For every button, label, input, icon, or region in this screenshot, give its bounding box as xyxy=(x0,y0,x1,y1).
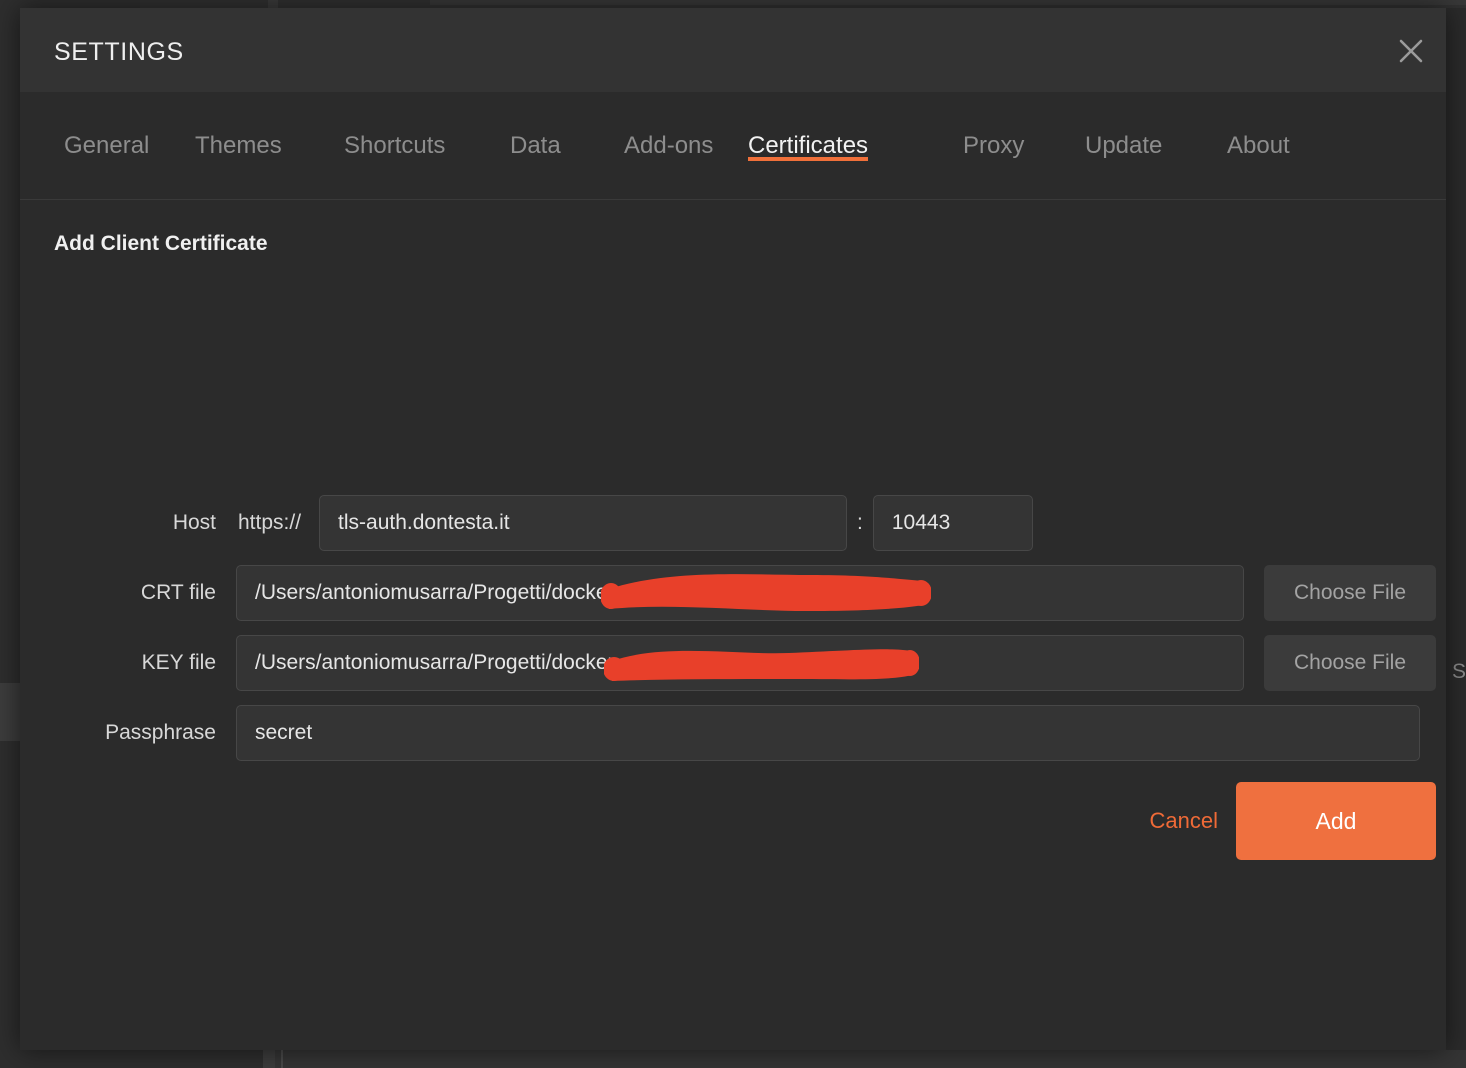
tab-proxy[interactable]: Proxy xyxy=(963,132,1024,160)
background-right-edge-label: S xyxy=(1452,660,1466,683)
cancel-button[interactable]: Cancel xyxy=(1150,808,1218,834)
background-top-strip-dark xyxy=(0,0,140,8)
settings-tab-bar: General Themes Shortcuts Data Add-ons Ce… xyxy=(20,92,1446,200)
background-left-selected-item xyxy=(0,683,20,741)
add-button[interactable]: Add xyxy=(1236,782,1436,860)
modal-header: SETTINGS xyxy=(20,8,1446,92)
tab-add-ons[interactable]: Add-ons xyxy=(624,132,713,160)
crt-file-row: CRT file Choose File xyxy=(20,565,1446,621)
background-top-right-band xyxy=(430,0,1466,5)
crt-file-label: CRT file xyxy=(140,581,216,604)
tab-certificates-label: Certificates xyxy=(748,132,869,159)
key-choose-file-button[interactable]: Choose File xyxy=(1264,635,1436,691)
passphrase-label: Passphrase xyxy=(105,721,216,744)
tab-general[interactable]: General xyxy=(64,132,149,160)
tab-data[interactable]: Data xyxy=(510,132,561,160)
host-port-separator: : xyxy=(857,511,863,534)
tab-about[interactable]: About xyxy=(1227,132,1290,160)
crt-choose-file-button[interactable]: Choose File xyxy=(1264,565,1436,621)
tab-certificates[interactable]: Certificates xyxy=(748,132,869,161)
close-icon xyxy=(1397,37,1425,65)
background-bottom-chip xyxy=(263,1050,275,1068)
section-heading: Add Client Certificate xyxy=(54,232,268,255)
page-title: SETTINGS xyxy=(54,38,184,66)
settings-modal: SETTINGS General Themes Shortcuts Data A… xyxy=(20,8,1446,1050)
certificates-panel: Add Client Certificate Host https:// : C… xyxy=(20,200,1446,1050)
background-left-rail xyxy=(0,8,20,1068)
passphrase-input[interactable] xyxy=(236,705,1420,761)
port-input[interactable] xyxy=(872,495,1033,551)
active-tab-indicator xyxy=(748,157,869,161)
host-row: Host https:// : xyxy=(20,495,1446,551)
crt-file-input[interactable] xyxy=(236,565,1244,621)
close-button[interactable] xyxy=(1384,24,1438,78)
form-actions: Cancel Add xyxy=(20,782,1446,870)
passphrase-row: Passphrase xyxy=(20,705,1446,761)
key-file-label: KEY file xyxy=(141,651,216,674)
host-label: Host xyxy=(172,511,216,534)
host-input[interactable] xyxy=(319,495,848,551)
tab-themes[interactable]: Themes xyxy=(195,132,282,160)
host-protocol-prefix: https:// xyxy=(238,511,302,534)
tab-update[interactable]: Update xyxy=(1085,132,1162,160)
key-file-row: KEY file Choose File xyxy=(20,635,1446,691)
background-bottom-divider xyxy=(281,1050,283,1068)
background-bottom-left-panel xyxy=(0,1050,263,1068)
tab-shortcuts[interactable]: Shortcuts xyxy=(344,132,445,160)
key-file-input[interactable] xyxy=(236,635,1244,691)
background-tab-sliver xyxy=(268,0,278,8)
background-right-rail xyxy=(1446,8,1466,1068)
